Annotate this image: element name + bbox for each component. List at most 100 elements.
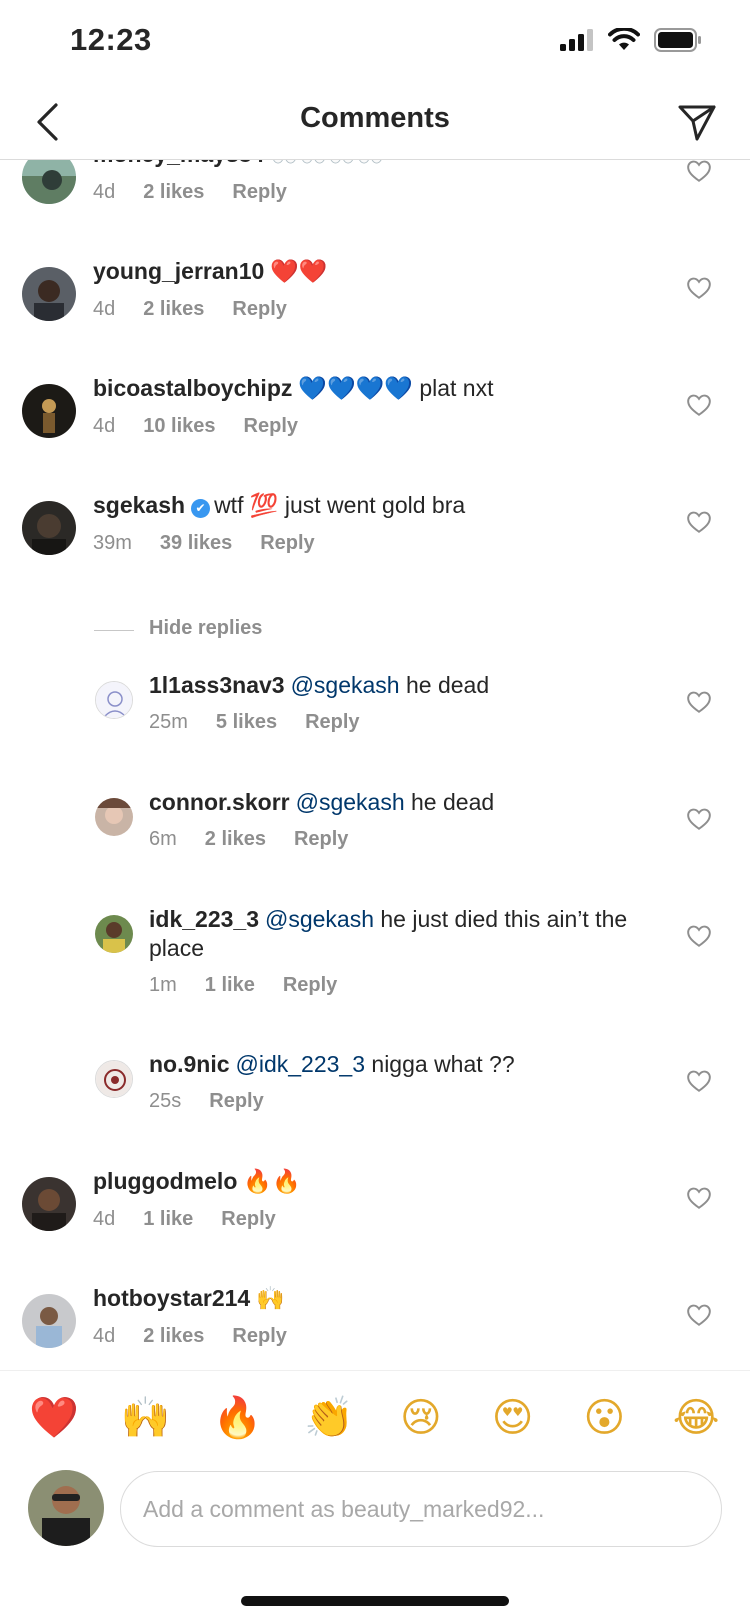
comment-body: money_mays84 👀👀👀👀 4d 2 likes Reply bbox=[93, 160, 670, 204]
avatar[interactable] bbox=[22, 1294, 76, 1348]
reply-button[interactable]: Reply bbox=[283, 974, 337, 997]
battery-icon bbox=[654, 28, 701, 52]
reaction-heart-eyes-emoji[interactable]: 😍 bbox=[487, 1392, 539, 1444]
reply-button[interactable]: Reply bbox=[244, 415, 298, 438]
reply-button[interactable]: Reply bbox=[221, 1208, 275, 1231]
comment-body: pluggodmelo 🔥🔥 4d 1 like Reply bbox=[93, 1167, 670, 1231]
comment-content: he dead bbox=[405, 672, 490, 698]
mention-link[interactable]: @sgekash bbox=[296, 789, 405, 815]
comment-username[interactable]: idk_223_3 bbox=[149, 906, 259, 932]
comment-item: bicoastalboychipz 💙💙💙💙 plat nxt 4d 10 lik… bbox=[0, 374, 750, 491]
comment-likes[interactable]: 2 likes bbox=[143, 181, 204, 204]
reply-item: idk_223_3 @sgekash he just died this ain’… bbox=[0, 905, 750, 1050]
avatar[interactable] bbox=[95, 681, 133, 719]
comment-username[interactable]: no.9nic bbox=[149, 1051, 230, 1077]
mention-link[interactable]: @idk_223_3 bbox=[236, 1051, 366, 1077]
comment-content: plat nxt bbox=[419, 375, 494, 401]
comment-likes[interactable]: 2 likes bbox=[143, 1325, 204, 1348]
reaction-raised-hands-emoji[interactable]: 🙌 bbox=[120, 1392, 172, 1444]
reaction-fire-emoji[interactable]: 🔥 bbox=[211, 1392, 263, 1444]
avatar[interactable] bbox=[95, 798, 133, 836]
avatar[interactable] bbox=[22, 501, 76, 555]
comment-text: sgekash ✔ wtf 💯 just went gold bra bbox=[93, 491, 670, 521]
avatar[interactable] bbox=[95, 1060, 133, 1098]
comment-content: nigga what ?? bbox=[371, 1051, 515, 1077]
comments-viewport[interactable]: money_mays84 👀👀👀👀 4d 2 likes Reply young_… bbox=[0, 160, 750, 1370]
share-button[interactable] bbox=[672, 98, 722, 148]
comment-meta: 4d 2 likes Reply bbox=[93, 298, 670, 321]
comment-username[interactable]: young_jerran10 bbox=[93, 258, 264, 284]
reaction-clap-emoji[interactable]: 👏 bbox=[303, 1392, 355, 1444]
comment-time: 4d bbox=[93, 181, 116, 203]
mention-link[interactable]: @sgekash bbox=[265, 906, 374, 932]
mention-link[interactable]: @sgekash bbox=[291, 672, 400, 698]
avatar[interactable] bbox=[22, 1177, 76, 1231]
comment-item: sgekash ✔ wtf 💯 just went gold bra 39m 39 … bbox=[0, 491, 750, 608]
comment-text: 1l1ass3nav3 @sgekash he dead bbox=[149, 671, 670, 700]
comment-likes[interactable]: 39 likes bbox=[160, 532, 232, 555]
comment-body: idk_223_3 @sgekash he just died this ain’… bbox=[149, 905, 670, 997]
heart-icon[interactable] bbox=[686, 392, 712, 418]
reaction-crying-emoji[interactable]: 😢 bbox=[395, 1392, 447, 1444]
comment-input[interactable] bbox=[120, 1471, 722, 1547]
heart-icon[interactable] bbox=[686, 806, 712, 832]
comment-time: 4d bbox=[93, 298, 116, 320]
reply-button[interactable]: Reply bbox=[232, 298, 286, 321]
comment-meta: 4d 2 likes Reply bbox=[93, 181, 670, 204]
comment-username[interactable]: bicoastalboychipz bbox=[93, 375, 292, 401]
comment-emoji: 💯 bbox=[249, 493, 279, 519]
comments-list: money_mays84 👀👀👀👀 4d 2 likes Reply young_… bbox=[0, 160, 750, 1370]
comment-meta: 39m 39 likes Reply bbox=[93, 532, 670, 555]
reply-button[interactable]: Reply bbox=[232, 181, 286, 204]
wifi-icon bbox=[608, 28, 640, 50]
heart-icon[interactable] bbox=[686, 1068, 712, 1094]
comment-time: 4d bbox=[93, 1208, 116, 1230]
comment-likes[interactable]: 2 likes bbox=[205, 828, 266, 851]
comment-emoji: 💙💙💙💙 bbox=[298, 376, 413, 402]
avatar[interactable] bbox=[95, 915, 133, 953]
heart-icon[interactable] bbox=[686, 275, 712, 301]
divider bbox=[94, 630, 134, 631]
comment-item: young_jerran10 ❤️❤️ 4d 2 likes Reply bbox=[0, 257, 750, 374]
comment-likes[interactable]: 1 like bbox=[143, 1208, 193, 1231]
comment-username[interactable]: money_mays84 bbox=[93, 160, 264, 167]
comment-text: idk_223_3 @sgekash he just died this ain’… bbox=[149, 905, 670, 963]
avatar[interactable] bbox=[22, 267, 76, 321]
reply-button[interactable]: Reply bbox=[294, 828, 348, 851]
reply-button[interactable]: Reply bbox=[232, 1325, 286, 1348]
hide-replies-row: Hide replies bbox=[0, 608, 750, 671]
heart-icon[interactable] bbox=[686, 689, 712, 715]
comment-username[interactable]: connor.skorr bbox=[149, 789, 290, 815]
heart-icon[interactable] bbox=[686, 509, 712, 535]
comment-username[interactable]: hotboystar214 bbox=[93, 1285, 250, 1311]
reply-item: connor.skorr @sgekash he dead 6m 2 likes … bbox=[0, 788, 750, 905]
comment-username[interactable]: 1l1ass3nav3 bbox=[149, 672, 285, 698]
comment-likes[interactable]: 2 likes bbox=[143, 298, 204, 321]
comment-meta: 25s Reply bbox=[149, 1090, 670, 1113]
comment-body: 1l1ass3nav3 @sgekash he dead 25m 5 likes … bbox=[149, 671, 670, 734]
avatar[interactable] bbox=[22, 160, 76, 204]
reaction-heart-emoji[interactable]: ❤️ bbox=[28, 1392, 80, 1444]
reply-button[interactable]: Reply bbox=[260, 532, 314, 555]
comment-body: connor.skorr @sgekash he dead 6m 2 likes … bbox=[149, 788, 670, 851]
comment-time: 4d bbox=[93, 415, 116, 437]
reply-button[interactable]: Reply bbox=[209, 1090, 263, 1113]
reaction-laughing-emoji[interactable]: 😂 bbox=[670, 1392, 722, 1444]
comment-username[interactable]: pluggodmelo bbox=[93, 1168, 237, 1194]
heart-icon[interactable] bbox=[686, 160, 712, 184]
heart-icon[interactable] bbox=[686, 1302, 712, 1328]
reply-item: 1l1ass3nav3 @sgekash he dead 25m 5 likes … bbox=[0, 671, 750, 788]
home-indicator[interactable] bbox=[241, 1596, 509, 1606]
comment-likes[interactable]: 5 likes bbox=[216, 711, 277, 734]
hide-replies-button[interactable]: Hide replies bbox=[149, 617, 262, 640]
comment-body: young_jerran10 ❤️❤️ 4d 2 likes Reply bbox=[93, 257, 670, 321]
heart-icon[interactable] bbox=[686, 923, 712, 949]
comment-likes[interactable]: 1 like bbox=[205, 974, 255, 997]
reply-button[interactable]: Reply bbox=[305, 711, 359, 734]
avatar[interactable] bbox=[22, 384, 76, 438]
current-user-avatar[interactable] bbox=[28, 1470, 104, 1546]
reaction-surprised-emoji[interactable]: 😮 bbox=[578, 1392, 630, 1444]
comment-username[interactable]: sgekash bbox=[93, 492, 185, 518]
heart-icon[interactable] bbox=[686, 1185, 712, 1211]
comment-likes[interactable]: 10 likes bbox=[143, 415, 215, 438]
